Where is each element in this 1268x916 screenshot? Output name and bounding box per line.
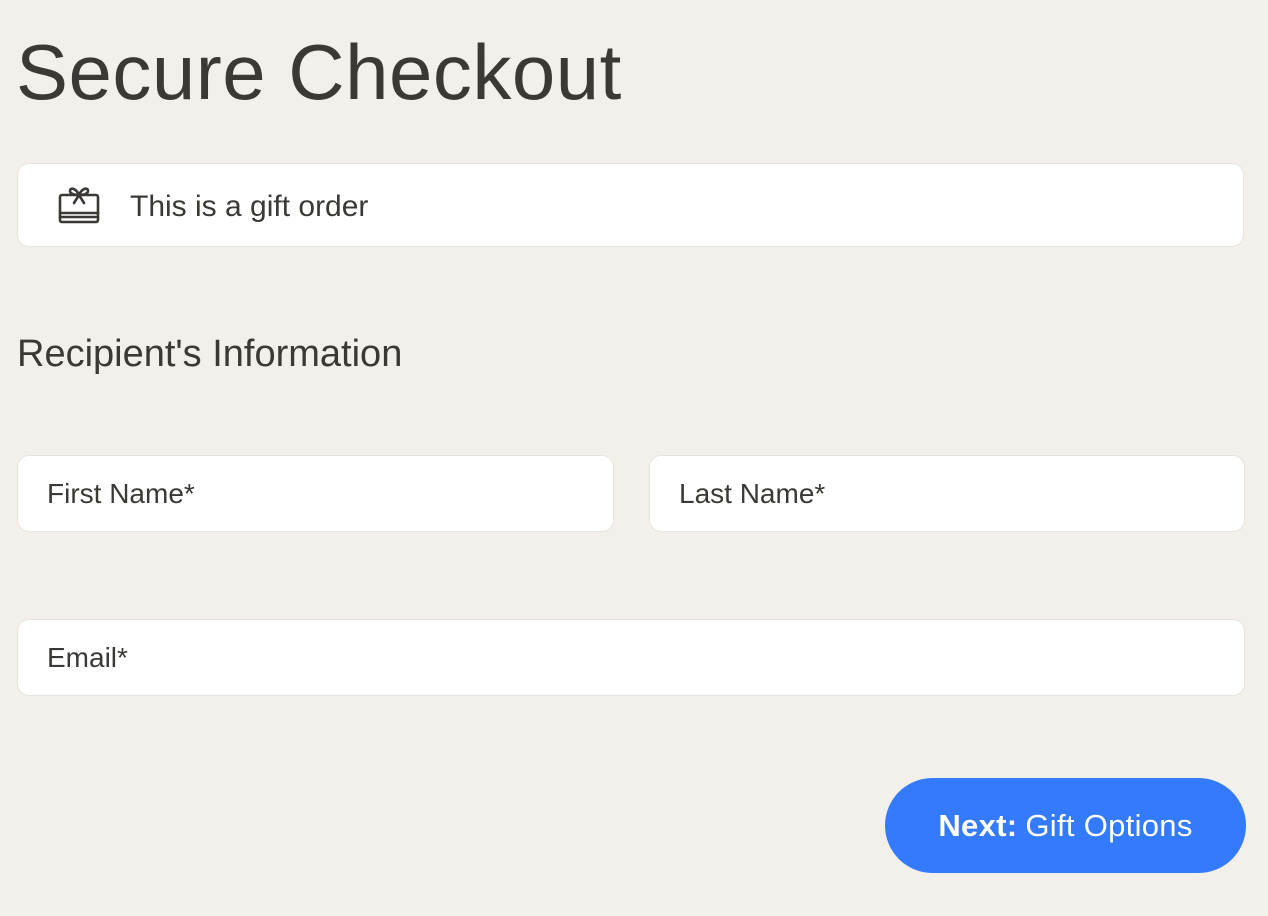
last-name-field[interactable]: [649, 455, 1245, 532]
gift-card-icon: [58, 185, 100, 225]
gift-order-toggle[interactable]: This is a gift order: [17, 163, 1244, 247]
next-button-prefix: Next:: [938, 807, 1018, 843]
next-gift-options-button[interactable]: Next: Gift Options: [885, 778, 1246, 873]
email-field[interactable]: [17, 619, 1245, 696]
page-title: Secure Checkout: [16, 28, 622, 116]
next-button-label: Gift Options: [1025, 807, 1193, 843]
gift-order-label: This is a gift order: [130, 190, 369, 223]
first-name-field[interactable]: [17, 455, 614, 532]
recipient-section-title: Recipient's Information: [17, 333, 403, 375]
